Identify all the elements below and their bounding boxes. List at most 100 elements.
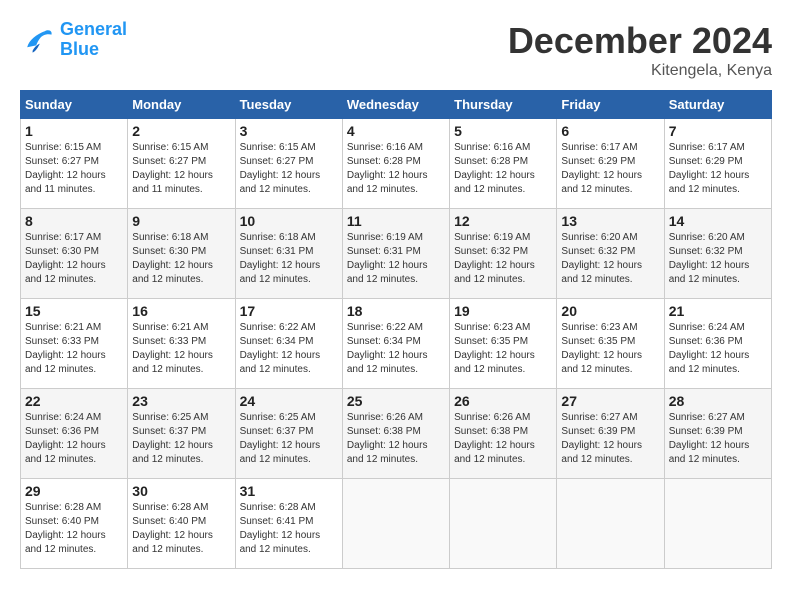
day-info: Sunrise: 6:23 AM Sunset: 6:35 PM Dayligh… xyxy=(561,321,659,377)
calendar-cell: 7 Sunrise: 6:17 AM Sunset: 6:29 PM Dayli… xyxy=(664,119,771,209)
day-number: 12 xyxy=(454,213,552,229)
day-info: Sunrise: 6:26 AM Sunset: 6:38 PM Dayligh… xyxy=(454,411,552,467)
calendar-cell: 4 Sunrise: 6:16 AM Sunset: 6:28 PM Dayli… xyxy=(342,119,449,209)
calendar-cell: 11 Sunrise: 6:19 AM Sunset: 6:31 PM Dayl… xyxy=(342,209,449,299)
calendar-cell: 12 Sunrise: 6:19 AM Sunset: 6:32 PM Dayl… xyxy=(450,209,557,299)
calendar-cell: 3 Sunrise: 6:15 AM Sunset: 6:27 PM Dayli… xyxy=(235,119,342,209)
title-block: December 2024 Kitengela, Kenya xyxy=(508,20,772,80)
calendar-cell: 22 Sunrise: 6:24 AM Sunset: 6:36 PM Dayl… xyxy=(21,389,128,479)
logo-text: General Blue xyxy=(60,20,127,60)
calendar-cell: 2 Sunrise: 6:15 AM Sunset: 6:27 PM Dayli… xyxy=(128,119,235,209)
calendar-cell: 8 Sunrise: 6:17 AM Sunset: 6:30 PM Dayli… xyxy=(21,209,128,299)
day-info: Sunrise: 6:15 AM Sunset: 6:27 PM Dayligh… xyxy=(132,141,230,197)
calendar-cell: 10 Sunrise: 6:18 AM Sunset: 6:31 PM Dayl… xyxy=(235,209,342,299)
calendar-header-row: Sunday Monday Tuesday Wednesday Thursday… xyxy=(21,91,772,119)
calendar-cell: 31 Sunrise: 6:28 AM Sunset: 6:41 PM Dayl… xyxy=(235,479,342,569)
day-info: Sunrise: 6:21 AM Sunset: 6:33 PM Dayligh… xyxy=(132,321,230,377)
day-info: Sunrise: 6:27 AM Sunset: 6:39 PM Dayligh… xyxy=(561,411,659,467)
calendar-cell xyxy=(664,479,771,569)
day-number: 14 xyxy=(669,213,767,229)
day-info: Sunrise: 6:17 AM Sunset: 6:30 PM Dayligh… xyxy=(25,231,123,287)
day-info: Sunrise: 6:17 AM Sunset: 6:29 PM Dayligh… xyxy=(561,141,659,197)
calendar-week-row: 1 Sunrise: 6:15 AM Sunset: 6:27 PM Dayli… xyxy=(21,119,772,209)
day-number: 19 xyxy=(454,303,552,319)
day-number: 20 xyxy=(561,303,659,319)
calendar-cell: 28 Sunrise: 6:27 AM Sunset: 6:39 PM Dayl… xyxy=(664,389,771,479)
day-info: Sunrise: 6:24 AM Sunset: 6:36 PM Dayligh… xyxy=(25,411,123,467)
day-number: 26 xyxy=(454,393,552,409)
day-number: 17 xyxy=(240,303,338,319)
day-number: 4 xyxy=(347,123,445,139)
calendar-cell xyxy=(342,479,449,569)
calendar-cell: 24 Sunrise: 6:25 AM Sunset: 6:37 PM Dayl… xyxy=(235,389,342,479)
day-info: Sunrise: 6:22 AM Sunset: 6:34 PM Dayligh… xyxy=(347,321,445,377)
calendar-cell: 29 Sunrise: 6:28 AM Sunset: 6:40 PM Dayl… xyxy=(21,479,128,569)
day-info: Sunrise: 6:20 AM Sunset: 6:32 PM Dayligh… xyxy=(669,231,767,287)
calendar-cell: 16 Sunrise: 6:21 AM Sunset: 6:33 PM Dayl… xyxy=(128,299,235,389)
calendar-cell: 1 Sunrise: 6:15 AM Sunset: 6:27 PM Dayli… xyxy=(21,119,128,209)
logo: General Blue xyxy=(20,20,127,60)
day-info: Sunrise: 6:28 AM Sunset: 6:40 PM Dayligh… xyxy=(25,501,123,557)
day-number: 29 xyxy=(25,483,123,499)
day-number: 24 xyxy=(240,393,338,409)
day-number: 9 xyxy=(132,213,230,229)
day-info: Sunrise: 6:16 AM Sunset: 6:28 PM Dayligh… xyxy=(347,141,445,197)
location: Kitengela, Kenya xyxy=(508,62,772,80)
day-info: Sunrise: 6:16 AM Sunset: 6:28 PM Dayligh… xyxy=(454,141,552,197)
page-header: General Blue December 2024 Kitengela, Ke… xyxy=(20,20,772,80)
day-number: 5 xyxy=(454,123,552,139)
day-number: 6 xyxy=(561,123,659,139)
day-info: Sunrise: 6:22 AM Sunset: 6:34 PM Dayligh… xyxy=(240,321,338,377)
day-info: Sunrise: 6:20 AM Sunset: 6:32 PM Dayligh… xyxy=(561,231,659,287)
logo-icon xyxy=(20,22,56,58)
day-info: Sunrise: 6:15 AM Sunset: 6:27 PM Dayligh… xyxy=(25,141,123,197)
day-number: 23 xyxy=(132,393,230,409)
calendar-cell: 9 Sunrise: 6:18 AM Sunset: 6:30 PM Dayli… xyxy=(128,209,235,299)
day-info: Sunrise: 6:25 AM Sunset: 6:37 PM Dayligh… xyxy=(132,411,230,467)
month-title: December 2024 xyxy=(508,20,772,62)
day-number: 1 xyxy=(25,123,123,139)
day-number: 31 xyxy=(240,483,338,499)
calendar-week-row: 29 Sunrise: 6:28 AM Sunset: 6:40 PM Dayl… xyxy=(21,479,772,569)
day-info: Sunrise: 6:28 AM Sunset: 6:40 PM Dayligh… xyxy=(132,501,230,557)
calendar-cell: 18 Sunrise: 6:22 AM Sunset: 6:34 PM Dayl… xyxy=(342,299,449,389)
day-info: Sunrise: 6:24 AM Sunset: 6:36 PM Dayligh… xyxy=(669,321,767,377)
day-number: 11 xyxy=(347,213,445,229)
day-number: 18 xyxy=(347,303,445,319)
day-info: Sunrise: 6:23 AM Sunset: 6:35 PM Dayligh… xyxy=(454,321,552,377)
calendar-cell: 14 Sunrise: 6:20 AM Sunset: 6:32 PM Dayl… xyxy=(664,209,771,299)
day-info: Sunrise: 6:21 AM Sunset: 6:33 PM Dayligh… xyxy=(25,321,123,377)
calendar-cell xyxy=(557,479,664,569)
col-saturday: Saturday xyxy=(664,91,771,119)
day-info: Sunrise: 6:25 AM Sunset: 6:37 PM Dayligh… xyxy=(240,411,338,467)
day-number: 8 xyxy=(25,213,123,229)
day-info: Sunrise: 6:28 AM Sunset: 6:41 PM Dayligh… xyxy=(240,501,338,557)
col-tuesday: Tuesday xyxy=(235,91,342,119)
day-number: 15 xyxy=(25,303,123,319)
day-number: 7 xyxy=(669,123,767,139)
day-info: Sunrise: 6:26 AM Sunset: 6:38 PM Dayligh… xyxy=(347,411,445,467)
calendar-cell xyxy=(450,479,557,569)
day-number: 10 xyxy=(240,213,338,229)
day-number: 22 xyxy=(25,393,123,409)
day-number: 25 xyxy=(347,393,445,409)
day-info: Sunrise: 6:27 AM Sunset: 6:39 PM Dayligh… xyxy=(669,411,767,467)
col-sunday: Sunday xyxy=(21,91,128,119)
day-number: 16 xyxy=(132,303,230,319)
day-number: 30 xyxy=(132,483,230,499)
day-number: 21 xyxy=(669,303,767,319)
calendar-cell: 15 Sunrise: 6:21 AM Sunset: 6:33 PM Dayl… xyxy=(21,299,128,389)
calendar-cell: 19 Sunrise: 6:23 AM Sunset: 6:35 PM Dayl… xyxy=(450,299,557,389)
day-number: 27 xyxy=(561,393,659,409)
calendar-week-row: 8 Sunrise: 6:17 AM Sunset: 6:30 PM Dayli… xyxy=(21,209,772,299)
day-info: Sunrise: 6:18 AM Sunset: 6:31 PM Dayligh… xyxy=(240,231,338,287)
calendar-cell: 25 Sunrise: 6:26 AM Sunset: 6:38 PM Dayl… xyxy=(342,389,449,479)
calendar-cell: 23 Sunrise: 6:25 AM Sunset: 6:37 PM Dayl… xyxy=(128,389,235,479)
calendar-cell: 21 Sunrise: 6:24 AM Sunset: 6:36 PM Dayl… xyxy=(664,299,771,389)
calendar-cell: 30 Sunrise: 6:28 AM Sunset: 6:40 PM Dayl… xyxy=(128,479,235,569)
day-info: Sunrise: 6:18 AM Sunset: 6:30 PM Dayligh… xyxy=(132,231,230,287)
day-info: Sunrise: 6:19 AM Sunset: 6:31 PM Dayligh… xyxy=(347,231,445,287)
calendar-week-row: 22 Sunrise: 6:24 AM Sunset: 6:36 PM Dayl… xyxy=(21,389,772,479)
calendar-cell: 20 Sunrise: 6:23 AM Sunset: 6:35 PM Dayl… xyxy=(557,299,664,389)
calendar-cell: 13 Sunrise: 6:20 AM Sunset: 6:32 PM Dayl… xyxy=(557,209,664,299)
